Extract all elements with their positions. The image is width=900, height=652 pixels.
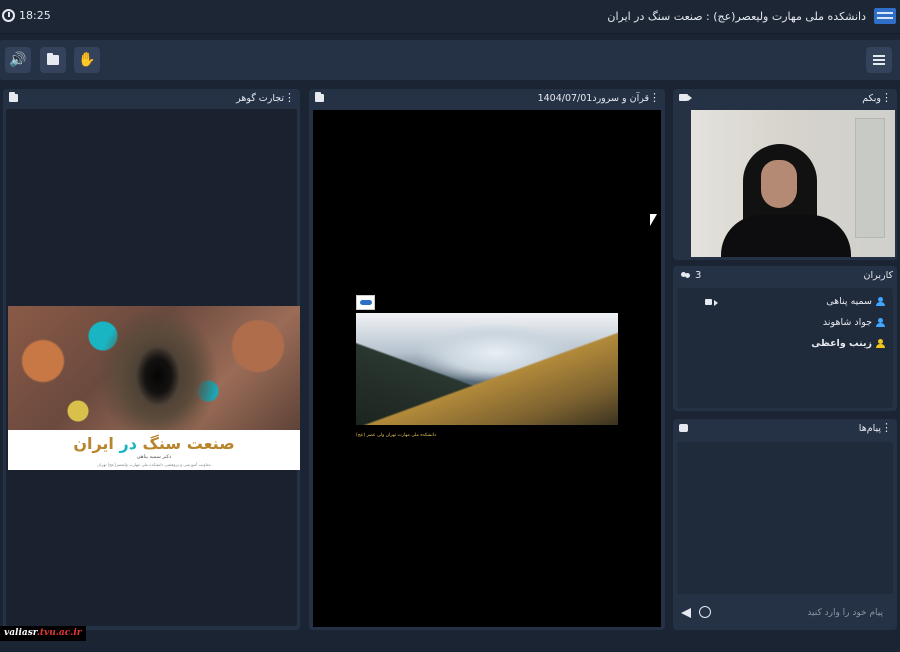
hamburger-icon — [873, 55, 885, 65]
user-icon — [876, 339, 885, 348]
toolbar: 🔊 ✋ — [0, 40, 900, 80]
tunnel-image — [8, 306, 300, 430]
share-button[interactable] — [40, 47, 66, 73]
users-panel: 3 کاربران سمیه پناهی جواد شاهوند زینب وا… — [673, 266, 897, 411]
clock-time: 18:25 — [19, 9, 51, 22]
folder-icon — [9, 92, 18, 102]
slide-title: صنعت سنگ در ایران — [8, 434, 300, 453]
user-item[interactable]: زینب واعظی — [811, 338, 885, 349]
audio-button[interactable]: 🔊 — [5, 47, 31, 73]
presentation-area: صنعت سنگ در ایران دکتر سمیه پناهی معاونت… — [6, 109, 300, 626]
left-presentation-panel: تجارت گوهر ⋮ صنعت سنگ در ایران دکتر سمیه… — [3, 89, 300, 630]
chat-input-row — [677, 600, 893, 626]
user-item[interactable]: سمیه پناهی — [826, 296, 885, 307]
folder-icon — [47, 53, 59, 65]
user-count-value: 3 — [695, 270, 702, 281]
panel-title: وبکم — [862, 93, 881, 104]
kebab-menu-icon[interactable]: ⋮ — [881, 91, 892, 104]
menu-button[interactable] — [866, 47, 892, 73]
panel-title: کاربران — [863, 270, 893, 281]
top-bar: 18:25 دانشکده ملی مهارت ولیعصر(عج) : صنع… — [0, 0, 900, 34]
chat-input[interactable] — [713, 600, 893, 626]
chat-messages — [677, 442, 893, 594]
clock: 18:25 — [2, 9, 51, 22]
panel-header: تجارت گوهر ⋮ — [3, 89, 300, 109]
emoji-icon[interactable] — [699, 606, 711, 618]
mouse-cursor-icon — [650, 214, 657, 226]
slide-title-highlight: در — [119, 434, 137, 453]
user-name: سمیه پناهی — [826, 296, 872, 307]
kebab-menu-icon[interactable]: ⋮ — [881, 421, 892, 434]
folder-icon — [315, 92, 324, 102]
user-icon — [876, 297, 885, 306]
user-count: 3 — [681, 270, 701, 281]
panel-header: 3 کاربران — [673, 266, 897, 286]
panel-title: تجارت گوهر — [236, 93, 284, 104]
slide-logo — [356, 295, 375, 310]
speaker-icon: 🔊 — [9, 52, 27, 68]
user-camera-icon — [705, 299, 718, 306]
webcam-panel: وبکم ⋮ — [673, 89, 897, 260]
panel-title: پیام‌ها — [858, 423, 881, 434]
slide: صنعت سنگ در ایران دکتر سمیه پناهی معاونت… — [8, 306, 300, 470]
kebab-menu-icon[interactable]: ⋮ — [649, 91, 660, 104]
video-person-face — [761, 160, 797, 208]
watermark-text: valiasr — [4, 628, 37, 638]
users-list: سمیه پناهی جواد شاهوند زینب واعظی — [677, 288, 893, 408]
slide-author: دکتر سمیه پناهی — [136, 454, 172, 460]
kebab-menu-icon[interactable]: ⋮ — [284, 91, 295, 104]
slide-subtitle: معاونت آموزشی و پژوهشی دانشکده ملی مهارت… — [97, 462, 211, 467]
video-person-body — [721, 215, 851, 257]
chat-panel: پیام‌ها ⋮ — [673, 419, 897, 630]
user-name: جواد شاهوند — [822, 317, 872, 328]
clock-icon — [2, 9, 15, 22]
webcam-video — [691, 110, 895, 257]
send-icon[interactable] — [681, 608, 691, 618]
panel-header: قرآن و سرورد1404/07/01 ⋮ — [309, 89, 665, 109]
chat-icon — [679, 424, 688, 432]
user-item[interactable]: جواد شاهوند — [823, 317, 885, 328]
logo-icon — [874, 8, 896, 24]
camera-icon — [679, 94, 692, 101]
users-icon — [681, 271, 691, 280]
app-title: دانشکده ملی مهارت ولیعصر(عج) : صنعت سنگ … — [607, 10, 866, 23]
presentation-area: دانشکده ملی مهارت تهران ولی عصر (عج) — [313, 110, 661, 627]
slide-title-part: ایران — [73, 434, 120, 453]
center-presentation-panel: قرآن و سرورد1404/07/01 ⋮ دانشکده ملی مها… — [309, 89, 665, 630]
hand-icon: ✋ — [78, 52, 96, 68]
raise-hand-button[interactable]: ✋ — [74, 47, 100, 73]
panel-title: قرآن و سرورد1404/07/01 — [537, 93, 649, 104]
watermark: valiasr.tvu.ac.ir — [0, 626, 86, 641]
user-name: زینب واعظی — [811, 338, 872, 349]
mountain-image — [356, 313, 618, 425]
slide-title-part: صنعت سنگ — [136, 434, 235, 453]
watermark-domain: .tvu.ac.ir — [36, 628, 82, 638]
panel-header: پیام‌ها ⋮ — [673, 419, 897, 439]
user-icon — [876, 318, 885, 327]
panel-header: وبکم ⋮ — [673, 89, 897, 109]
video-cabinet — [855, 118, 885, 238]
slide-caption: دانشکده ملی مهارت تهران ولی عصر (عج) — [356, 433, 437, 438]
